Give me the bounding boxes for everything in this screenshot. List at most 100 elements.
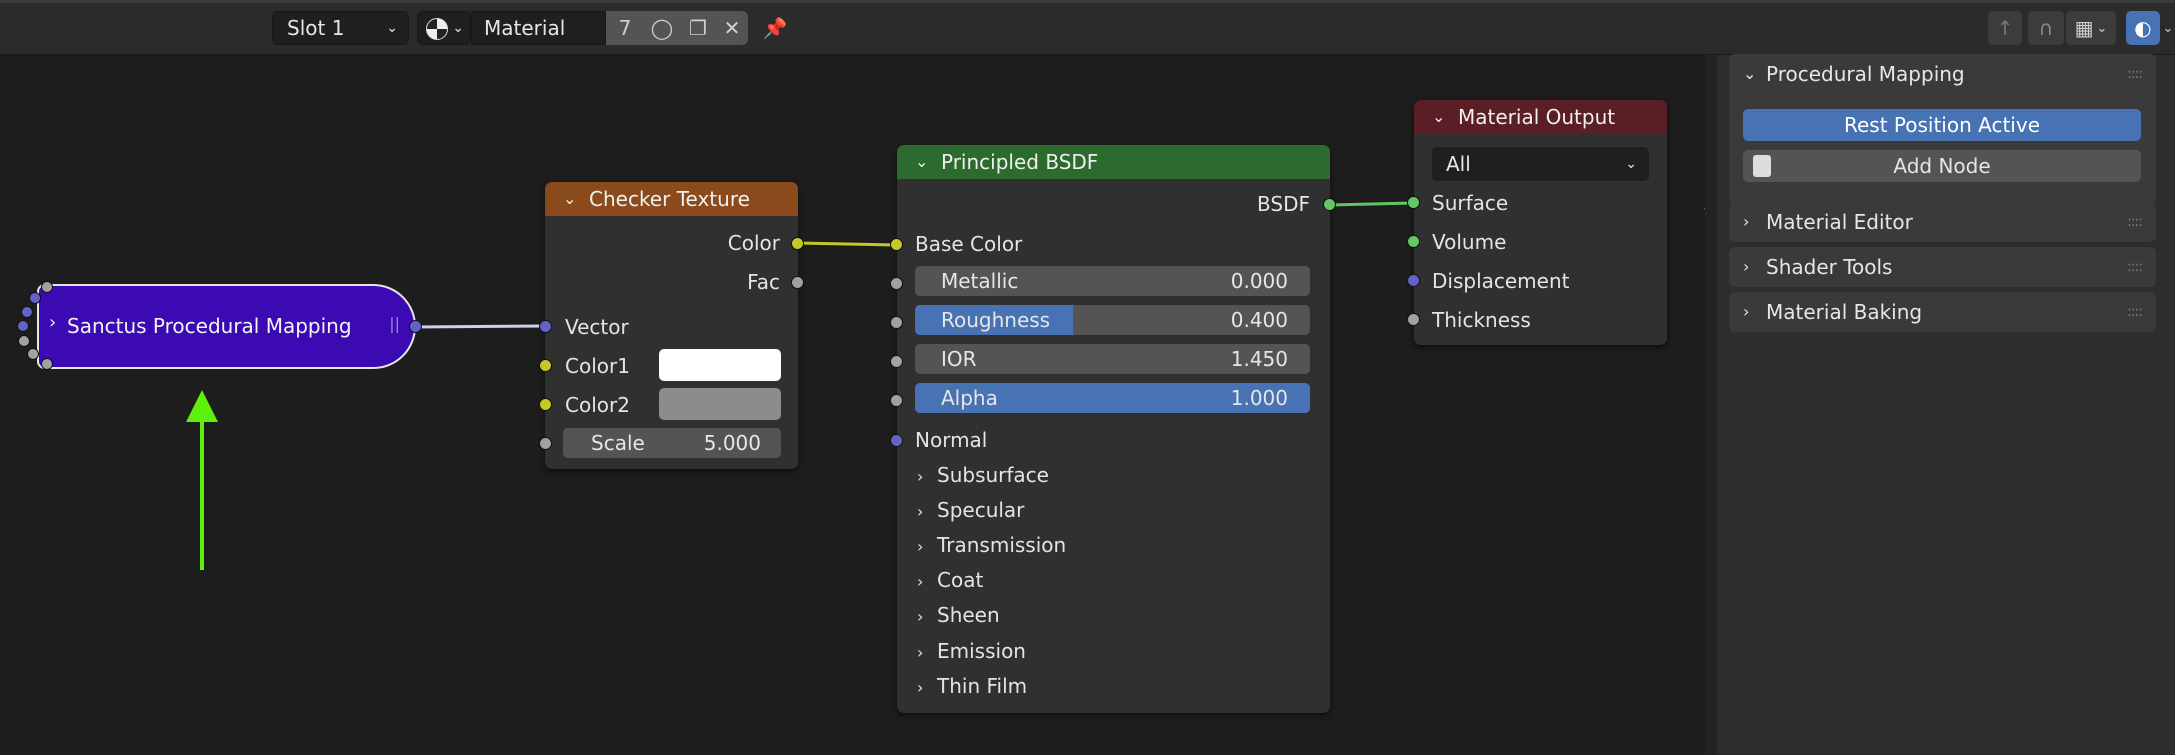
metallic-input-socket[interactable]: [890, 277, 903, 290]
drag-handle-icon[interactable]: ::::: [2127, 247, 2143, 287]
thin-film-label: Thin Film: [937, 674, 1028, 698]
sanctus-procedural-mapping-node[interactable]: › Sanctus Procedural Mapping ||: [37, 284, 416, 369]
roughness-label: Roughness: [941, 308, 1051, 332]
chevron-down-icon[interactable]: ⌄: [1743, 54, 1756, 94]
output-target-value: All: [1446, 152, 1471, 176]
alpha-value: 1.000: [1230, 386, 1288, 410]
output-target-select[interactable]: All ⌄: [1432, 147, 1649, 181]
sanctus-input-socket[interactable]: [41, 358, 53, 370]
emission-label: Emission: [937, 639, 1026, 663]
checker-fac-output-socket[interactable]: [791, 276, 804, 289]
ior-field[interactable]: IOR 1.450: [915, 344, 1310, 374]
roughness-field[interactable]: Roughness 0.400: [915, 305, 1310, 335]
checker-color2-input-socket[interactable]: [539, 398, 552, 411]
rest-position-active-button[interactable]: Rest Position Active: [1743, 109, 2141, 141]
chevron-right-icon: ›: [49, 312, 57, 333]
emission-panel[interactable]: › Emission: [917, 637, 1026, 667]
alpha-field[interactable]: Alpha 1.000: [915, 383, 1310, 413]
surface-label: Surface: [1432, 191, 1509, 215]
chevron-right-icon: ›: [1743, 302, 1750, 321]
checker-input-color1-label: Color1: [565, 354, 630, 378]
sanctus-input-socket[interactable]: [18, 335, 30, 347]
thin-film-panel[interactable]: › Thin Film: [917, 672, 1027, 702]
chevron-right-icon: ›: [1743, 212, 1750, 231]
drag-handle-icon[interactable]: ::::: [2127, 54, 2143, 94]
sanctus-input-socket[interactable]: [29, 292, 41, 304]
checker-scale-input-socket[interactable]: [539, 437, 552, 450]
color2-swatch[interactable]: [659, 388, 781, 420]
material-editor-panel[interactable]: › Material Editor ::::: [1729, 202, 2156, 242]
material-output-node[interactable]: ⌄ Material Output All ⌄ Surface Volume D…: [1414, 100, 1667, 345]
metallic-field[interactable]: Metallic 0.000: [915, 266, 1310, 296]
specular-panel[interactable]: › Specular: [917, 496, 1024, 526]
chevron-right-icon: ›: [917, 643, 924, 662]
chevron-right-icon: ›: [917, 537, 924, 556]
bsdf-output-socket[interactable]: [1323, 198, 1336, 211]
principled-bsdf-node[interactable]: ⌄ Principled BSDF BSDF Base Color Metall…: [897, 145, 1330, 713]
chevron-right-icon: ›: [917, 502, 924, 521]
displacement-label: Displacement: [1432, 269, 1570, 293]
material-editor-title: Material Editor: [1766, 210, 1913, 234]
procedural-mapping-title[interactable]: Procedural Mapping: [1766, 54, 1965, 94]
link-color-basecolor: [796, 241, 898, 247]
base-color-input-socket[interactable]: [890, 238, 903, 251]
chevron-right-icon: ›: [917, 678, 924, 697]
volume-input-socket[interactable]: [1407, 235, 1420, 248]
sanctus-input-socket[interactable]: [17, 320, 29, 332]
drag-handle-icon[interactable]: ::::: [2127, 202, 2143, 242]
color1-swatch[interactable]: [659, 349, 781, 381]
checker-input-color2-label: Color2: [565, 393, 630, 417]
checker-output-fac-label: Fac: [747, 270, 780, 294]
checker-texture-node[interactable]: ⌄ Checker Texture Color Fac Vector Color…: [545, 182, 798, 469]
material-baking-panel[interactable]: › Material Baking ::::: [1729, 292, 2156, 332]
sanctus-node-label: Sanctus Procedural Mapping: [67, 314, 352, 338]
transmission-label: Transmission: [937, 533, 1067, 557]
coat-panel[interactable]: › Coat: [917, 566, 983, 596]
coat-label: Coat: [937, 568, 984, 592]
sanctus-input-socket[interactable]: [21, 306, 33, 318]
node-icon: [1753, 155, 1771, 177]
ior-input-socket[interactable]: [890, 355, 903, 368]
roughness-input-socket[interactable]: [890, 316, 903, 329]
principled-bsdf-title: Principled BSDF: [941, 150, 1099, 174]
drag-handle-icon[interactable]: ::::: [2127, 292, 2143, 332]
principled-bsdf-header[interactable]: ⌄ Principled BSDF: [897, 145, 1330, 179]
sanctus-input-socket[interactable]: [27, 348, 39, 360]
specular-label: Specular: [937, 498, 1025, 522]
displacement-input-socket[interactable]: [1407, 274, 1420, 287]
chevron-right-icon: ›: [917, 607, 924, 626]
sheen-panel[interactable]: › Sheen: [917, 601, 1000, 631]
normal-input-socket[interactable]: [890, 434, 903, 447]
scale-value: 5.000: [703, 431, 761, 455]
sanctus-input-socket[interactable]: [41, 281, 53, 293]
chevron-right-icon: ›: [917, 572, 924, 591]
metallic-label: Metallic: [941, 269, 1019, 293]
grip-icon: ||: [389, 314, 400, 333]
sanctus-output-socket[interactable]: [409, 320, 422, 333]
add-node-button[interactable]: Add Node: [1743, 150, 2141, 182]
material-output-header[interactable]: ⌄ Material Output: [1414, 100, 1667, 134]
normal-label: Normal: [915, 428, 988, 452]
transmission-panel[interactable]: › Transmission: [917, 531, 1066, 561]
shader-tools-panel[interactable]: › Shader Tools ::::: [1729, 247, 2156, 287]
ior-value: 1.450: [1230, 347, 1288, 371]
thickness-label: Thickness: [1432, 308, 1531, 332]
chevron-down-icon: ⌄: [1625, 156, 1637, 172]
add-node-label: Add Node: [1893, 154, 1991, 178]
bsdf-output-label: BSDF: [1257, 192, 1310, 216]
sidebar-divider[interactable]: [1705, 55, 1717, 755]
checker-texture-title: Checker Texture: [589, 187, 750, 211]
thickness-input-socket[interactable]: [1407, 313, 1420, 326]
subsurface-panel[interactable]: › Subsurface: [917, 461, 1049, 491]
checker-scale-field[interactable]: Scale 5.000: [563, 428, 781, 458]
base-color-label: Base Color: [915, 232, 1023, 256]
alpha-input-socket[interactable]: [890, 394, 903, 407]
rest-position-label: Rest Position Active: [1843, 113, 2040, 137]
checker-color-output-socket[interactable]: [791, 237, 804, 250]
checker-texture-header[interactable]: ⌄ Checker Texture: [545, 182, 798, 216]
checker-vector-input-socket[interactable]: [539, 320, 552, 333]
surface-input-socket[interactable]: [1407, 196, 1420, 209]
scale-label: Scale: [591, 431, 645, 455]
shader-tools-title: Shader Tools: [1766, 255, 1893, 279]
checker-color1-input-socket[interactable]: [539, 359, 552, 372]
